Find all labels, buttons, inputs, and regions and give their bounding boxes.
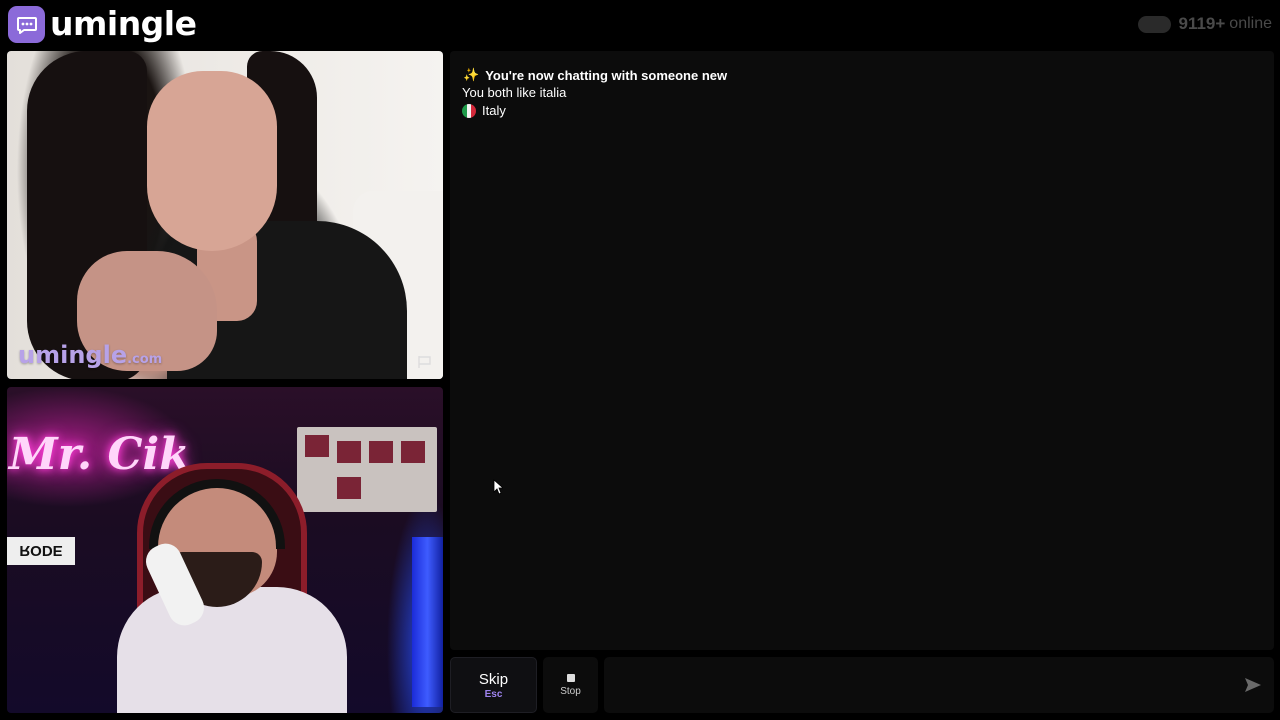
skip-shortcut: Esc (484, 688, 503, 700)
header: umingle 9119+ online (0, 0, 1280, 50)
stop-button[interactable]: Stop (543, 657, 598, 713)
system-message-text: You're now chatting with someone new (485, 67, 728, 83)
video-background-shelf (297, 427, 437, 512)
video-background-led (412, 537, 443, 707)
mouse-cursor-icon (493, 479, 503, 495)
video-watermark: umingle.com (18, 341, 163, 369)
skip-button[interactable]: Skip Esc (450, 657, 537, 713)
video-content (117, 587, 347, 713)
sparkles-icon: ✨ (463, 67, 480, 82)
online-indicator: 9119+ online (1138, 14, 1272, 34)
mic-brand-label: RODE (7, 537, 75, 565)
country-message: Italy (462, 103, 506, 118)
report-flag-icon[interactable] (417, 355, 433, 369)
online-count: 9119+ (1178, 14, 1226, 33)
video-content (147, 71, 277, 251)
send-icon[interactable] (1244, 677, 1262, 693)
brand-logo-text[interactable]: umingle (50, 4, 197, 43)
message-input[interactable] (604, 657, 1224, 713)
chat-panel: ✨ You're now chatting with someone new Y… (450, 51, 1274, 650)
stop-label: Stop (560, 685, 581, 697)
system-message: ✨ You're now chatting with someone new (463, 67, 727, 83)
online-toggle[interactable] (1138, 15, 1172, 33)
chat-bubble-logo-icon[interactable] (8, 6, 45, 43)
common-interest-message: You both like italia (462, 85, 567, 100)
message-box (604, 657, 1274, 713)
country-name: Italy (482, 103, 506, 118)
online-label: online (1229, 15, 1272, 32)
stranger-video: umingle.com (7, 51, 443, 379)
italy-flag-icon (462, 103, 476, 118)
stop-icon (566, 673, 575, 682)
neon-sign: Mr. Cik (9, 429, 190, 480)
skip-label: Skip (478, 670, 509, 688)
self-video: Mr. Cik RODE (7, 387, 443, 713)
